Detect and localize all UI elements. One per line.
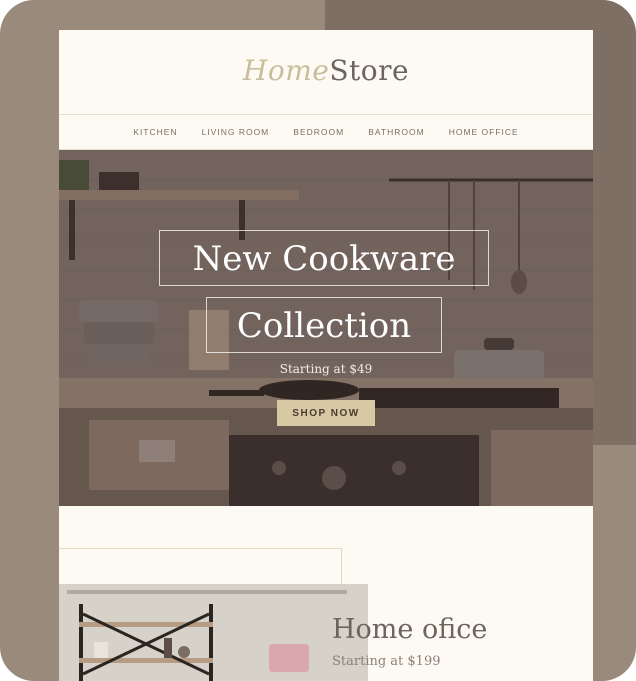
shop-now-button[interactable]: SHOP NOW bbox=[277, 400, 375, 426]
store-logo[interactable]: HomeStore bbox=[59, 54, 593, 87]
header: HomeStore bbox=[59, 30, 593, 114]
nav-item-kitchen[interactable]: KITCHEN bbox=[133, 127, 177, 137]
nav-item-living-room[interactable]: LIVING ROOM bbox=[202, 127, 270, 137]
shelf-illustration bbox=[59, 584, 368, 681]
nav-item-bedroom[interactable]: BEDROOM bbox=[293, 127, 344, 137]
hero-banner: New Cookware Collection Starting at $49 … bbox=[59, 150, 593, 506]
feature-price-subtitle: Starting at $199 bbox=[332, 654, 441, 669]
hero-title-line2: Collection bbox=[206, 297, 442, 353]
nav-item-home-office[interactable]: HOME OFFICE bbox=[449, 127, 519, 137]
home-office-photo[interactable] bbox=[59, 584, 368, 681]
email-preview: HomeStore KITCHEN LIVING ROOM BEDROOM BA… bbox=[59, 30, 593, 681]
logo-part-home: Home bbox=[242, 54, 330, 87]
logo-part-store: Store bbox=[329, 54, 410, 87]
device-frame: HomeStore KITCHEN LIVING ROOM BEDROOM BA… bbox=[0, 0, 636, 681]
nav-item-bathroom[interactable]: BATHROOM bbox=[368, 127, 424, 137]
feature-section: Home ofice Starting at $199 bbox=[59, 506, 593, 681]
feature-title: Home ofice bbox=[332, 614, 488, 645]
category-nav: KITCHEN LIVING ROOM BEDROOM BATHROOM HOM… bbox=[59, 114, 593, 150]
hero-price-subtitle: Starting at $49 bbox=[279, 362, 373, 376]
hero-title-line1: New Cookware bbox=[159, 230, 489, 286]
